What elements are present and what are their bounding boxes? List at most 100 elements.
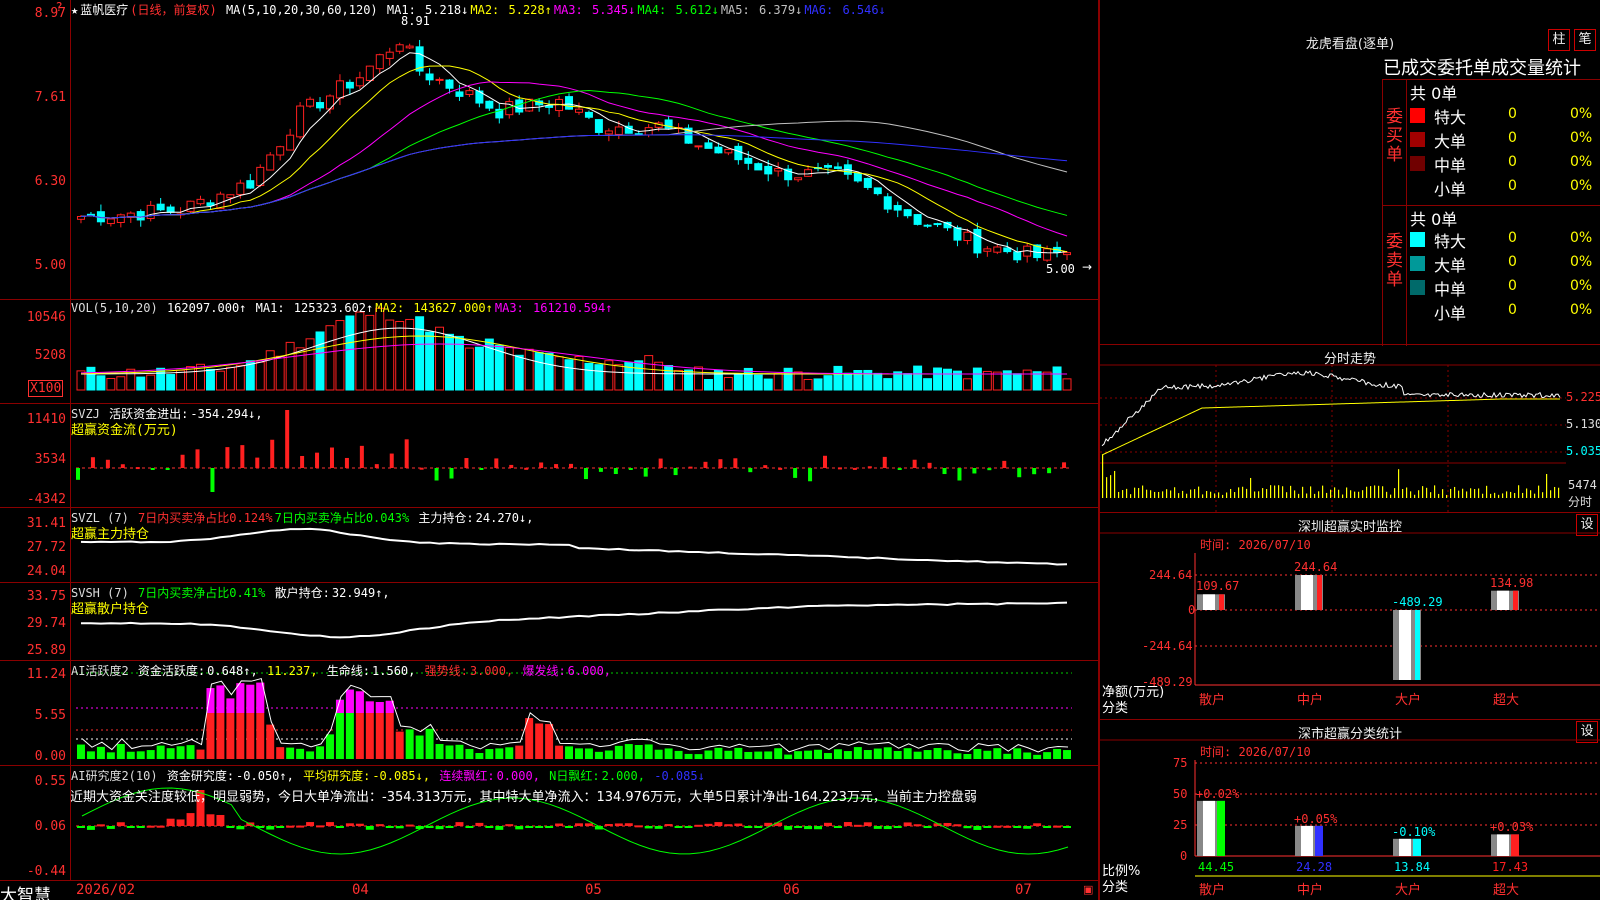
- volume-bar: [823, 375, 833, 391]
- classify-change-label: +0.05%: [1294, 811, 1338, 826]
- ma-label-6: MA6:: [804, 3, 841, 17]
- volume-bar: [753, 374, 763, 391]
- dragon-tiger-panel[interactable]: 龙虎看盘(逐单) 柱 笔 已成交委托单成交量统计 委买单 委卖单 共 0单 共 …: [1100, 0, 1600, 346]
- svzj-bar: [837, 467, 842, 470]
- activity-bar: [296, 748, 305, 759]
- star-icon[interactable]: ★: [71, 3, 78, 17]
- activity-bar: [923, 750, 932, 759]
- svzl-tick: 31.41: [26, 516, 66, 531]
- ma-label-4: MA4:: [637, 3, 674, 17]
- intraday-volume-bar: [1558, 487, 1560, 498]
- activity-bar: [1033, 754, 1042, 759]
- activity-bar: [316, 746, 324, 759]
- volume-bar: [943, 368, 952, 391]
- sell-row-count: 0: [1508, 302, 1517, 318]
- volume-bar: [295, 347, 305, 391]
- price-tick: 5.00: [34, 258, 66, 273]
- period-mode[interactable]: (日线，前复权): [130, 3, 216, 17]
- activity-bar: [784, 754, 793, 759]
- ai-research-panel[interactable]: 0.55 0.06 -0.44 AI研究度2(10) 资金研究度: -0.050↑…: [0, 766, 1100, 880]
- svzj-tick: -4342: [26, 492, 66, 507]
- volume-bar: [1012, 373, 1022, 391]
- volume-bar: [225, 366, 235, 391]
- intraday-chart[interactable]: [1100, 345, 1600, 513]
- intraday-volume-bar: [1454, 486, 1456, 498]
- intraday-volume-bar: [1402, 488, 1404, 498]
- intraday-volume-bar: [1230, 488, 1232, 498]
- intraday-volume-bar: [1406, 487, 1408, 498]
- svzj-bar: [539, 462, 544, 468]
- candle-body: [106, 218, 115, 225]
- svzj-bar: [718, 459, 723, 468]
- intraday-volume-bar: [1286, 492, 1288, 498]
- price-tick: 6.30: [34, 174, 66, 189]
- svsh-panel[interactable]: 33.75 29.74 25.89 SVSH (7) 7日内买卖净占比0.41%…: [0, 583, 1100, 661]
- intraday-volume-bar: [1546, 473, 1548, 498]
- research-bar: [744, 826, 753, 828]
- intraday-volume-bar: [1470, 488, 1472, 498]
- volume-bar: [335, 320, 345, 391]
- sell-row-name: 小单: [1434, 304, 1467, 323]
- burst-bar: [216, 685, 225, 713]
- kline-panel[interactable]: 8.97 7.61 6.30 5.00 ? ★ 蓝帆医疗 (日线，前复权) MA(5…: [0, 0, 1100, 300]
- date-label: 06: [783, 882, 800, 898]
- candle-body: [455, 91, 464, 97]
- classify-value-label: 24.28: [1296, 860, 1333, 874]
- svzj-bar: [927, 462, 932, 468]
- intraday-panel[interactable]: 分时走势 5.225 5.130 5.035 5474 分时: [1100, 345, 1600, 513]
- sell-row-pct: 0%: [1570, 302, 1593, 318]
- kline-chart[interactable]: [0, 0, 1100, 300]
- buy-row-pct: 0%: [1570, 178, 1593, 194]
- candle-body: [266, 154, 275, 171]
- intraday-volume-bar: [1182, 490, 1184, 498]
- activity-bar: [276, 747, 285, 759]
- svzl-panel[interactable]: 31.41 27.72 24.04 SVZL (7) 7日内买卖净占比0.124…: [0, 508, 1100, 583]
- activity-bar: [853, 747, 862, 759]
- volume-bar: [1062, 378, 1072, 391]
- intraday-volume-bar: [1322, 485, 1324, 498]
- sell-swatch-3: [1410, 280, 1425, 295]
- volume-bar: [703, 379, 713, 391]
- classify-value-label: 44.45: [1198, 860, 1235, 874]
- candle-body: [166, 206, 175, 213]
- svzj-bar: [180, 454, 185, 468]
- volume-panel[interactable]: 10546 5208 X100 VOL(5,10,20) 162097.000↑…: [0, 300, 1100, 404]
- intraday-volume-bar: [1478, 488, 1480, 498]
- intraday-volume-bar: [1342, 494, 1344, 498]
- activity-bar: [186, 745, 195, 759]
- activity-bar: [435, 744, 444, 759]
- svzl-subtitle: 超赢主力持仓: [71, 527, 150, 542]
- ai2-l4: N日飘红:: [549, 769, 600, 783]
- classification-panel[interactable]: 深市超赢分类统计 设 时间: 2026/07/10 75 50 25 0 比例%…: [1100, 720, 1600, 900]
- corner-menu-icon[interactable]: ?: [56, 0, 62, 14]
- research-bar: [794, 826, 803, 828]
- ai-activity-panel[interactable]: 11.24 5.55 0.00 AI活跃度2 资金活跃度: 0.648↑, 11.…: [0, 661, 1100, 766]
- research-bar: [644, 826, 653, 829]
- intraday-volume-bar: [1198, 486, 1200, 498]
- lock-icon[interactable]: ▣: [1083, 883, 1093, 896]
- ma-line-60: [80, 120, 1068, 219]
- pen-mode-button[interactable]: 笔: [1574, 29, 1596, 51]
- date-label: 04: [352, 882, 369, 898]
- svzj-panel[interactable]: 11410 3534 -4342 SVZJ 活跃资金进出: -354.294↓, …: [0, 404, 1100, 508]
- svsh-value: 32.949↑,: [331, 586, 390, 600]
- bar-mode-button[interactable]: 柱: [1548, 29, 1570, 51]
- svzj-bar: [972, 468, 977, 474]
- research-bar: [674, 826, 683, 828]
- svzj-bar: [389, 453, 394, 468]
- intraday-volume-bar: [1302, 486, 1304, 498]
- classify-bar-highlight: [1399, 838, 1411, 856]
- realtime-monitor-panel[interactable]: 深圳超赢实时监控 设 时间: 2026/07/10 244.64 0 -244.…: [1100, 513, 1600, 720]
- volume-bar: [275, 355, 285, 391]
- intraday-tick: 5.225: [1566, 390, 1600, 404]
- intraday-volume-bar: [1138, 488, 1140, 498]
- ai2-tick: 0.55: [34, 774, 66, 789]
- volume-chart[interactable]: [0, 300, 1100, 404]
- intraday-volume-bar: [1426, 487, 1428, 498]
- research-bar: [136, 826, 145, 828]
- intraday-volume-bar: [1514, 493, 1516, 498]
- buy-row-count: 0: [1508, 178, 1517, 194]
- svzj-bar: [748, 468, 753, 473]
- research-bar: [405, 824, 414, 827]
- ma-label-3: MA3:: [553, 3, 590, 17]
